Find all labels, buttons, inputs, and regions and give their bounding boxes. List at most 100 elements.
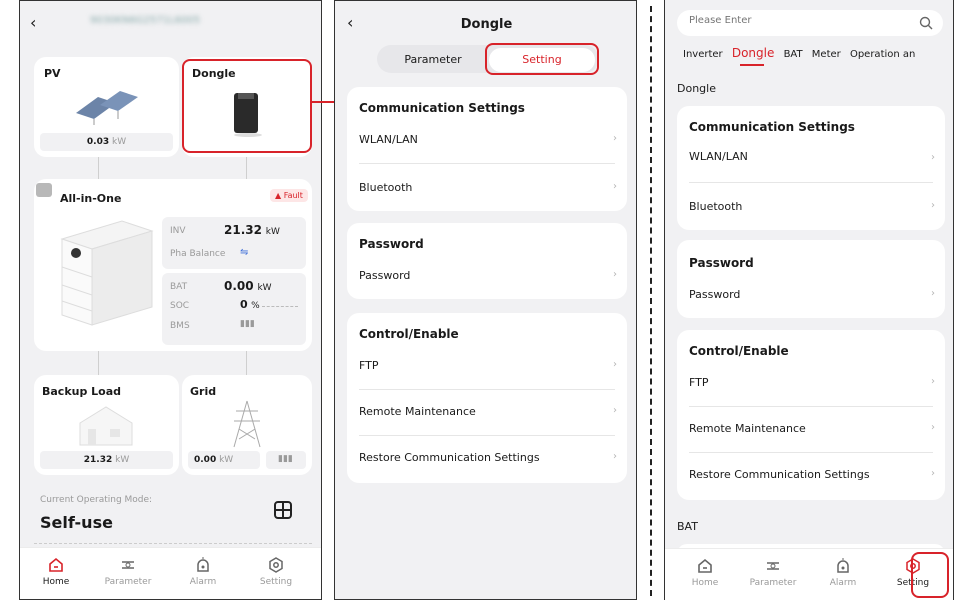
bluetooth-item[interactable]: Bluetooth <box>359 181 412 194</box>
device-icon <box>36 183 52 197</box>
tab-inverter[interactable]: Inverter <box>683 49 723 60</box>
nav-home-label: Home <box>42 577 70 587</box>
inv-value: 21.32 <box>224 223 262 237</box>
backup-unit: kW <box>115 455 130 465</box>
bms-label: BMS <box>170 321 190 331</box>
comm-title: Communication Settings <box>689 120 855 134</box>
remote-maintenance-item[interactable]: Remote Maintenance <box>359 405 476 418</box>
inverter-battery-image <box>60 220 154 326</box>
chevron-right-icon: › <box>931 152 935 163</box>
solar-panel-icon <box>76 91 138 125</box>
page-title: Dongle <box>460 17 513 32</box>
bluetooth-item[interactable]: Bluetooth <box>689 200 742 213</box>
tab-parameter[interactable]: Parameter <box>385 53 481 66</box>
comm-settings-card: Communication Settings WLAN/LAN › Blueto… <box>677 106 945 230</box>
nav-alarm[interactable]: Alarm <box>813 557 873 588</box>
backup-load-card[interactable]: Backup Load 21.32 kW <box>34 375 179 475</box>
fault-badge[interactable]: ▲ Fault <box>270 189 308 202</box>
restore-comm-item[interactable]: Restore Communication Settings <box>689 468 870 481</box>
mode-value: Self-use <box>40 513 113 532</box>
nav-home[interactable]: Home <box>675 557 735 588</box>
chevron-right-icon: › <box>931 288 935 299</box>
pha-balance-label: Pha Balance <box>170 249 226 259</box>
nav-alarm-label: Alarm <box>829 578 857 588</box>
search-icon[interactable] <box>919 16 933 30</box>
soc-unit: % <box>251 301 260 311</box>
pv-unit: kW <box>111 137 127 147</box>
all-in-one-card[interactable]: All-in-One ▲ Fault INV 21.32 kW Pha Bala… <box>34 179 312 351</box>
search-bar[interactable] <box>677 10 943 36</box>
category-tabs: Inverter Dongle BAT Meter Operation an <box>683 46 951 60</box>
grid-label: Grid <box>190 385 217 398</box>
password-item[interactable]: Password <box>359 269 410 282</box>
chevron-right-icon: › <box>613 269 617 280</box>
ftp-item[interactable]: FTP <box>689 376 709 389</box>
password-title: Password <box>689 256 754 270</box>
control-card: Control/Enable FTP › Remote Maintenance … <box>347 313 627 483</box>
password-title: Password <box>359 237 424 251</box>
dashed-divider <box>650 6 652 596</box>
section-dongle: Dongle <box>677 82 716 95</box>
nav-home[interactable]: Home <box>26 556 86 587</box>
grid-signal-icon: ▮▮▮ <box>278 454 293 464</box>
nav-parameter-label: Parameter <box>104 577 152 587</box>
warning-icon: ▲ <box>275 191 282 200</box>
chevron-right-icon: › <box>613 133 617 144</box>
inv-label: INV <box>170 226 186 236</box>
fault-label: Fault <box>283 191 303 200</box>
comm-settings-card: Communication Settings WLAN/LAN › Blueto… <box>347 87 627 211</box>
section-bat: BAT <box>677 520 698 533</box>
nav-parameter-label: Parameter <box>749 578 797 588</box>
power-tower-icon <box>233 400 261 448</box>
pv-card[interactable]: PV 0.03 kW <box>34 57 179 157</box>
wlan-item[interactable]: WLAN/LAN <box>689 150 748 163</box>
home-icon <box>49 557 63 572</box>
nav-alarm[interactable]: Alarm <box>173 556 233 587</box>
soc-bar <box>262 306 298 307</box>
dongle-setting-screen: ‹ Dongle Parameter Setting Communication… <box>334 0 637 600</box>
wlan-item[interactable]: WLAN/LAN <box>359 133 418 146</box>
ftp-item[interactable]: FTP <box>359 359 379 372</box>
nav-home-label: Home <box>691 578 719 588</box>
mode-switch-icon[interactable] <box>274 501 292 519</box>
alarm-icon <box>197 557 209 572</box>
signal-icon: ▮▮▮ <box>240 319 255 329</box>
restore-comm-item[interactable]: Restore Communication Settings <box>359 451 540 464</box>
house-icon <box>79 406 133 446</box>
bat-label: BAT <box>170 282 188 292</box>
tab-meter[interactable]: Meter <box>812 49 841 60</box>
grid-card[interactable]: Grid 0.00 kW ▮▮▮ <box>182 375 312 475</box>
tab-bat[interactable]: BAT <box>784 49 803 60</box>
grid-unit: kW <box>219 455 234 465</box>
setting-icon <box>269 557 283 573</box>
chevron-right-icon: › <box>613 181 617 192</box>
balance-icon: ⇋ <box>240 247 249 258</box>
soc-label: SOC <box>170 301 190 311</box>
grid-value: 0.00 <box>194 455 217 465</box>
password-card: Password Password › <box>677 240 945 318</box>
nav-parameter[interactable]: Parameter <box>743 557 803 588</box>
remote-maintenance-item[interactable]: Remote Maintenance <box>689 422 806 435</box>
nav-parameter[interactable]: Parameter <box>98 556 158 587</box>
bat-value: 0.00 <box>224 279 254 293</box>
chevron-right-icon: › <box>931 200 935 211</box>
search-input[interactable] <box>689 15 889 26</box>
nav-alarm-label: Alarm <box>189 577 217 587</box>
tab-dongle[interactable]: Dongle <box>732 46 775 60</box>
nav-setting[interactable]: Setting <box>246 556 306 587</box>
tab-operation[interactable]: Operation an <box>850 49 915 60</box>
bottom-nav: Home Parameter Alarm Setting <box>20 547 321 599</box>
control-card: Control/Enable FTP › Remote Maintenance … <box>677 330 945 500</box>
setting-tab-highlight <box>485 43 599 75</box>
device-serial: 9030KN6G2571L6005 <box>90 15 201 26</box>
bat-unit: kW <box>257 283 272 293</box>
dongle-highlight <box>182 59 312 153</box>
setting-nav-highlight <box>911 552 949 598</box>
inv-unit: kW <box>265 227 280 237</box>
password-item[interactable]: Password <box>689 288 740 301</box>
parameter-icon <box>767 562 779 570</box>
chevron-right-icon: › <box>931 376 935 387</box>
chevron-right-icon: › <box>931 422 935 433</box>
aio-label: All-in-One <box>60 192 122 205</box>
back-icon[interactable]: ‹ <box>30 13 36 32</box>
